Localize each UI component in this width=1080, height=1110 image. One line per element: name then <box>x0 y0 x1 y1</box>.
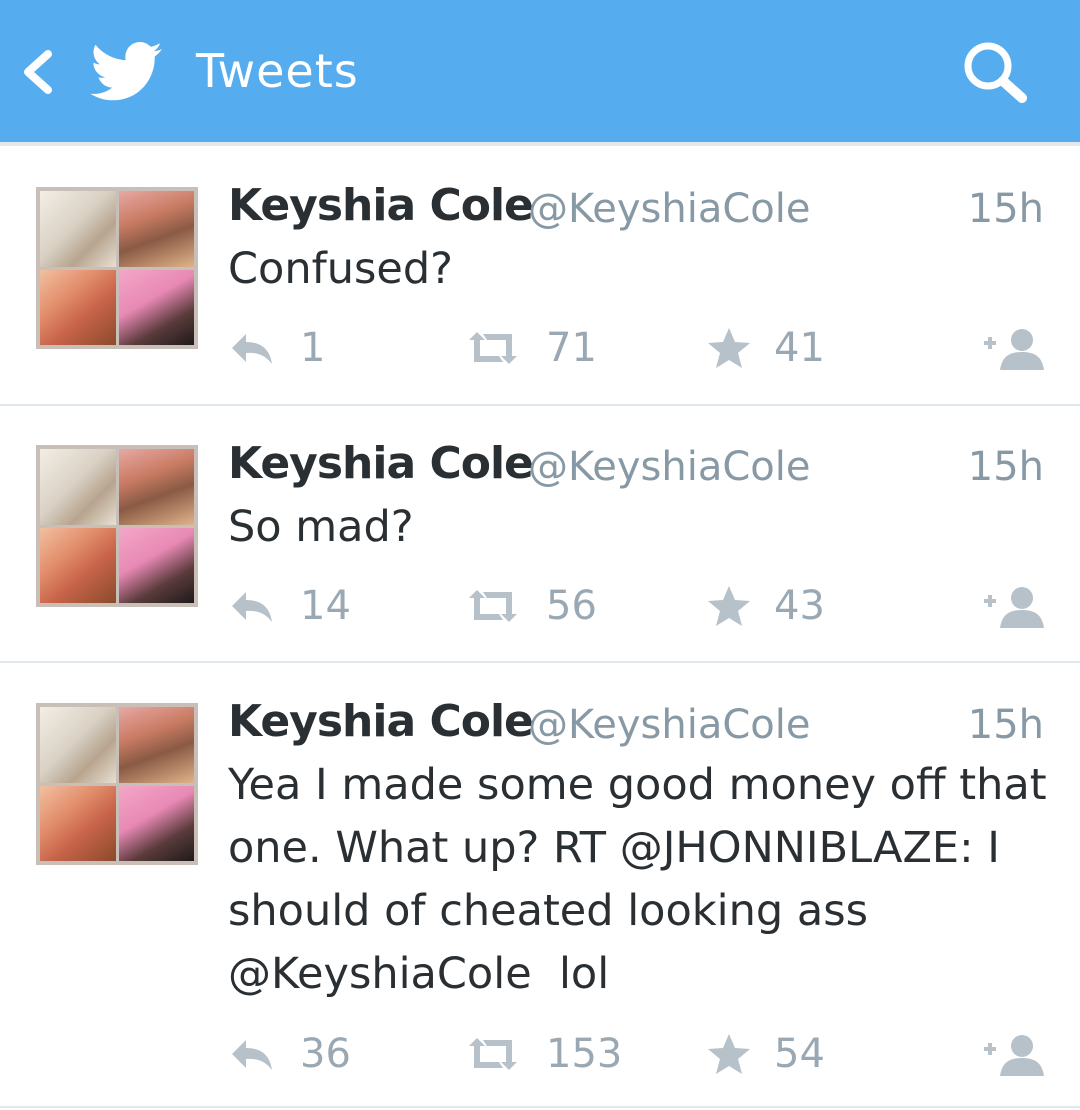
retweet-icon[interactable] <box>465 1032 521 1076</box>
tweet-actions: 14 56 43 <box>0 584 1080 634</box>
chevron-left-icon[interactable] <box>18 48 58 96</box>
star-icon[interactable] <box>706 1032 752 1076</box>
tweet-text-line: @KeyshiaCole lol <box>228 949 610 999</box>
app-header: Tweets <box>0 0 1080 142</box>
retweet-count: 71 <box>546 325 597 371</box>
page-title: Tweets <box>196 44 359 98</box>
tweet-text: So mad? <box>228 502 414 552</box>
reply-icon[interactable] <box>228 326 276 370</box>
tweet-author-handle[interactable]: @KeyshiaCole <box>528 702 810 748</box>
avatar[interactable] <box>36 187 198 349</box>
follow-user-icon[interactable] <box>982 584 1046 628</box>
tweet-divider <box>0 661 1080 663</box>
tweet-text-line: one. What up? RT @JHONNIBLAZE: I <box>228 823 1000 873</box>
favorite-count: 54 <box>774 1031 825 1077</box>
twitter-bird-icon <box>90 42 162 101</box>
star-icon[interactable] <box>706 326 752 370</box>
tweet-author-name[interactable]: Keyshia Cole <box>228 696 534 747</box>
star-icon[interactable] <box>706 584 752 628</box>
tweet-author-name[interactable]: Keyshia Cole <box>228 438 534 489</box>
tweet-timestamp: 15h <box>967 444 1044 490</box>
reply-count: 1 <box>300 325 326 371</box>
tweet-text: Confused? <box>228 244 453 294</box>
tweet-timestamp: 15h <box>967 702 1044 748</box>
tweet-actions: 36 153 54 <box>0 1032 1080 1082</box>
tweet-timestamp: 15h <box>967 186 1044 232</box>
retweet-count: 56 <box>546 583 597 629</box>
tweet-text-line: should of cheated looking ass <box>228 886 869 936</box>
follow-user-icon[interactable] <box>982 1032 1046 1076</box>
search-icon[interactable] <box>960 40 1032 106</box>
tweet-author-name[interactable]: Keyshia Cole <box>228 180 534 231</box>
follow-user-icon[interactable] <box>982 326 1046 370</box>
tweet-author-handle[interactable]: @KeyshiaCole <box>528 186 810 232</box>
favorite-count: 41 <box>774 325 825 371</box>
reply-icon[interactable] <box>228 584 276 628</box>
tweet-author-handle[interactable]: @KeyshiaCole <box>528 444 810 490</box>
avatar[interactable] <box>36 445 198 607</box>
retweet-icon[interactable] <box>465 326 521 370</box>
favorite-count: 43 <box>774 583 825 629</box>
tweet-text: Yea I made some good money off that one.… <box>228 754 1058 1006</box>
retweet-count: 153 <box>546 1031 623 1077</box>
reply-count: 36 <box>300 1031 351 1077</box>
tweet-actions: 1 71 41 <box>0 326 1080 376</box>
tweet-text-line: Yea I made some good money off that <box>228 760 1047 810</box>
reply-count: 14 <box>300 583 351 629</box>
tweet-divider <box>0 1106 1080 1108</box>
tweet-divider <box>0 404 1080 406</box>
avatar[interactable] <box>36 703 198 865</box>
retweet-icon[interactable] <box>465 584 521 628</box>
reply-icon[interactable] <box>228 1032 276 1076</box>
header-shadow <box>0 142 1080 146</box>
